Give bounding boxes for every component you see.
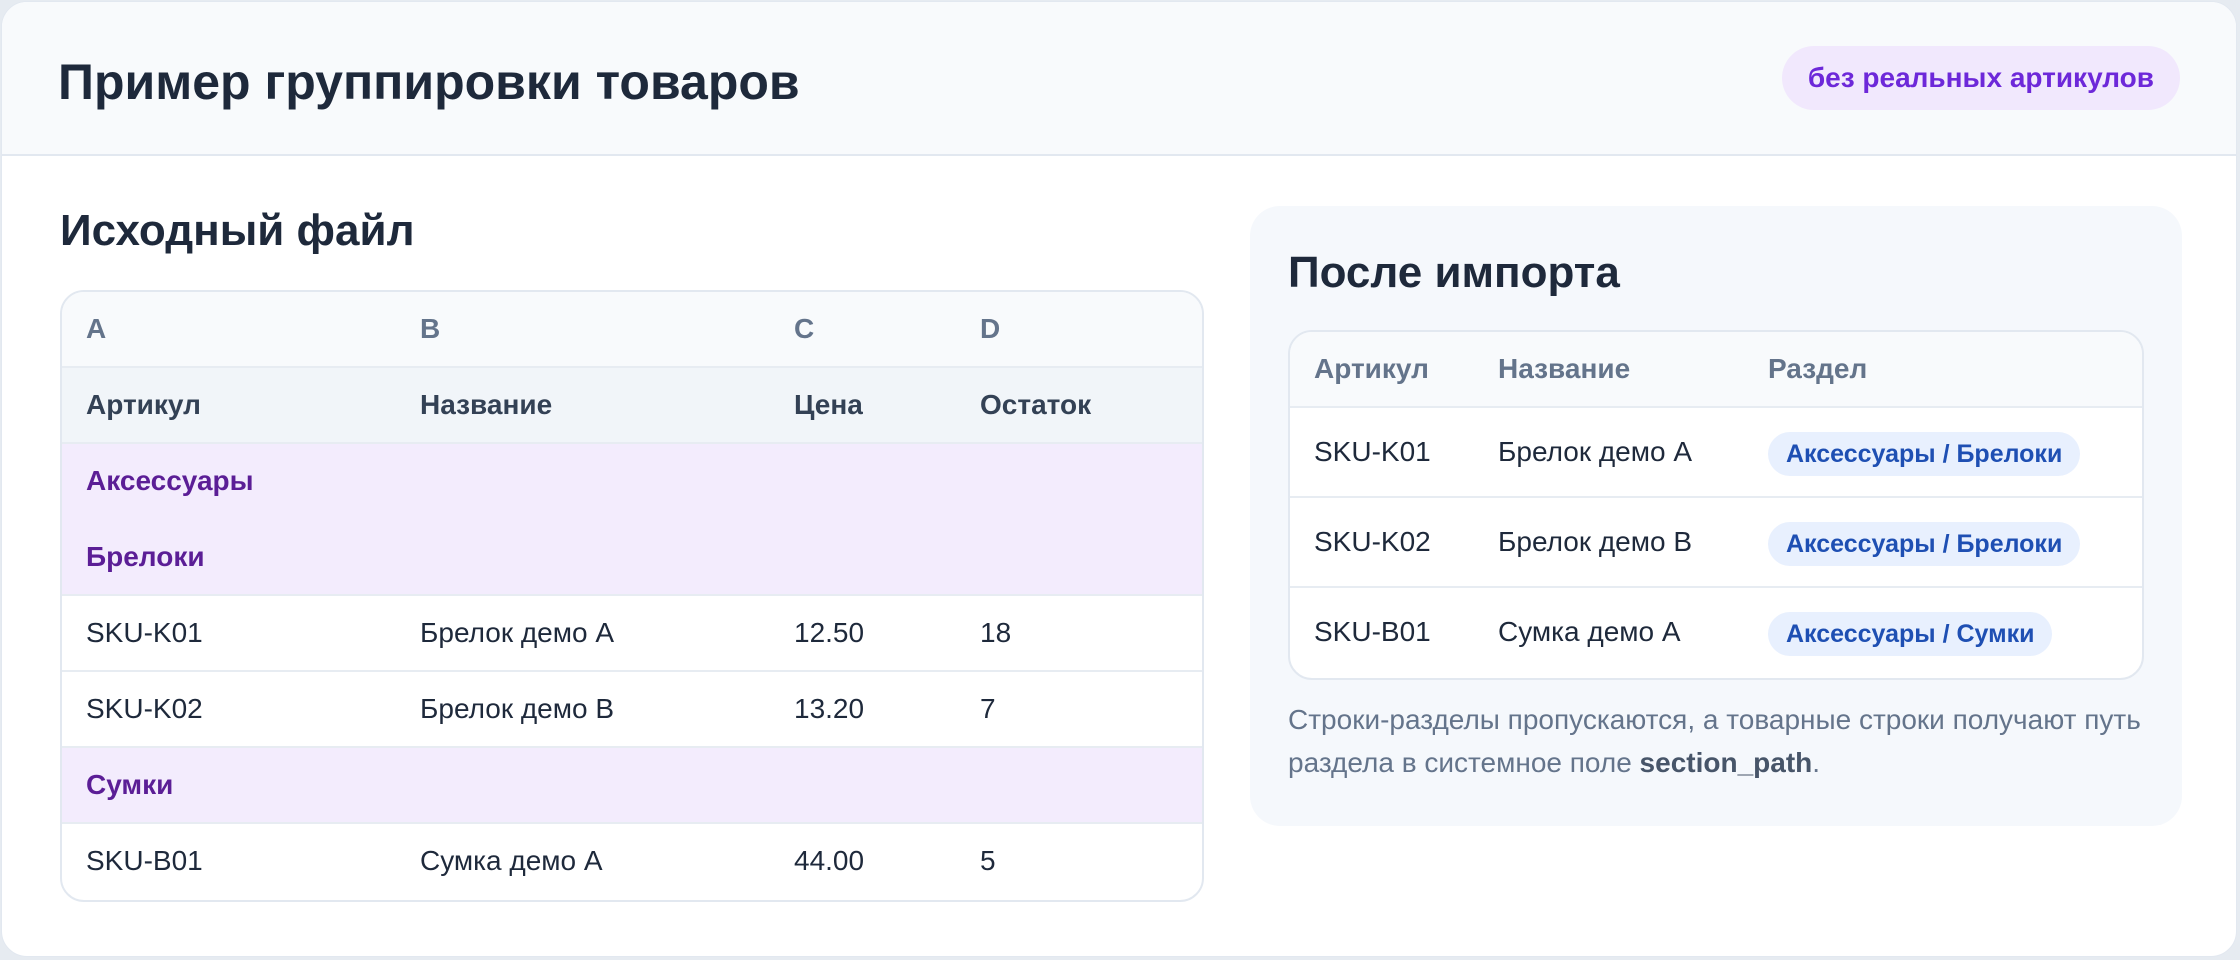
table-cell: Брелок демо A bbox=[1498, 436, 1693, 467]
column-letter: C bbox=[794, 313, 815, 344]
column-header: Раздел bbox=[1768, 353, 1868, 384]
result-panel: После импорта Артикул Название Раздел SK… bbox=[1250, 206, 2182, 826]
table-cell: Брелок демо A bbox=[420, 617, 615, 648]
column-header: Остаток bbox=[980, 389, 1092, 420]
table-cell: Брелок демо B bbox=[1498, 526, 1693, 557]
note-end: . bbox=[1812, 747, 1821, 778]
main-card: Пример группировки товаров без реальных … bbox=[1, 1, 2237, 957]
group-row: Сумки bbox=[62, 748, 1202, 824]
group-label: Брелоки bbox=[86, 541, 205, 572]
table-row: SKU-K01 Брелок демо A 12.50 18 bbox=[62, 596, 1202, 672]
status-badge: без реальных артикулов bbox=[1781, 46, 2180, 110]
table-cell: Сумка демо A bbox=[1498, 616, 1681, 647]
group-label: Сумки bbox=[86, 769, 174, 800]
table-cell: 13.20 bbox=[794, 693, 865, 724]
table-cell: 7 bbox=[980, 693, 996, 724]
table-row: SKU-K01 Брелок демо A Аксессуары / Брело… bbox=[1290, 408, 2142, 498]
section-path-pill: Аксессуары / Сумки bbox=[1768, 611, 2053, 656]
group-row: Аксессуары bbox=[62, 444, 1202, 520]
result-section-title: После импорта bbox=[1288, 248, 1620, 297]
table-cell: SKU-K01 bbox=[86, 617, 203, 648]
column-letter: B bbox=[420, 313, 441, 344]
table-cell: SKU-K01 bbox=[1314, 436, 1431, 467]
table-cell: 44.00 bbox=[794, 845, 865, 876]
column-letters-row: A B C D bbox=[62, 292, 1202, 368]
table-cell: SKU-K02 bbox=[1314, 526, 1431, 557]
table-cell: Брелок демо B bbox=[420, 693, 615, 724]
section-cell: Аксессуары / Сумки bbox=[1768, 588, 2053, 678]
table-cell: Сумка демо A bbox=[420, 845, 603, 876]
section-path-pill: Аксессуары / Брелоки bbox=[1768, 521, 2081, 566]
column-header: Цена bbox=[794, 389, 863, 420]
page-header: Пример группировки товаров без реальных … bbox=[2, 2, 2236, 156]
section-cell: Аксессуары / Брелоки bbox=[1768, 498, 2081, 586]
column-header: Название bbox=[420, 389, 553, 420]
column-header: Артикул bbox=[1314, 353, 1429, 384]
table-cell: SKU-B01 bbox=[1314, 616, 1431, 647]
column-letter: A bbox=[86, 313, 107, 344]
table-cell: 12.50 bbox=[794, 617, 865, 648]
section-path-pill: Аксессуары / Брелоки bbox=[1768, 431, 2081, 476]
column-header: Артикул bbox=[86, 389, 201, 420]
table-cell: 5 bbox=[980, 845, 996, 876]
field-name: section_path bbox=[1639, 747, 1813, 778]
table-row: SKU-B01 Сумка демо A 44.00 5 bbox=[62, 824, 1202, 900]
table-row: SKU-B01 Сумка демо A Аксессуары / Сумки bbox=[1290, 588, 2142, 678]
header-row: Артикул Название Раздел bbox=[1290, 332, 2142, 408]
column-letter: D bbox=[980, 313, 1001, 344]
source-table: A B C D Артикул Название Цена Остаток Ак… bbox=[60, 290, 1204, 902]
table-cell: SKU-B01 bbox=[86, 845, 203, 876]
source-section-title: Исходный файл bbox=[60, 206, 415, 255]
column-header: Название bbox=[1498, 353, 1631, 384]
group-label: Аксессуары bbox=[86, 465, 254, 496]
page-title: Пример группировки товаров bbox=[58, 54, 800, 110]
group-row: Брелоки bbox=[62, 520, 1202, 596]
result-table: Артикул Название Раздел SKU-K01 Брелок д… bbox=[1288, 330, 2144, 680]
header-row: Артикул Название Цена Остаток bbox=[62, 368, 1202, 444]
table-row: SKU-K02 Брелок демо B Аксессуары / Брело… bbox=[1290, 498, 2142, 588]
import-note: Строки-разделы пропускаются, а товарные … bbox=[1288, 698, 2158, 784]
section-cell: Аксессуары / Брелоки bbox=[1768, 408, 2081, 496]
table-row: SKU-K02 Брелок демо B 13.20 7 bbox=[62, 672, 1202, 748]
table-cell: 18 bbox=[980, 617, 1012, 648]
table-cell: SKU-K02 bbox=[86, 693, 203, 724]
